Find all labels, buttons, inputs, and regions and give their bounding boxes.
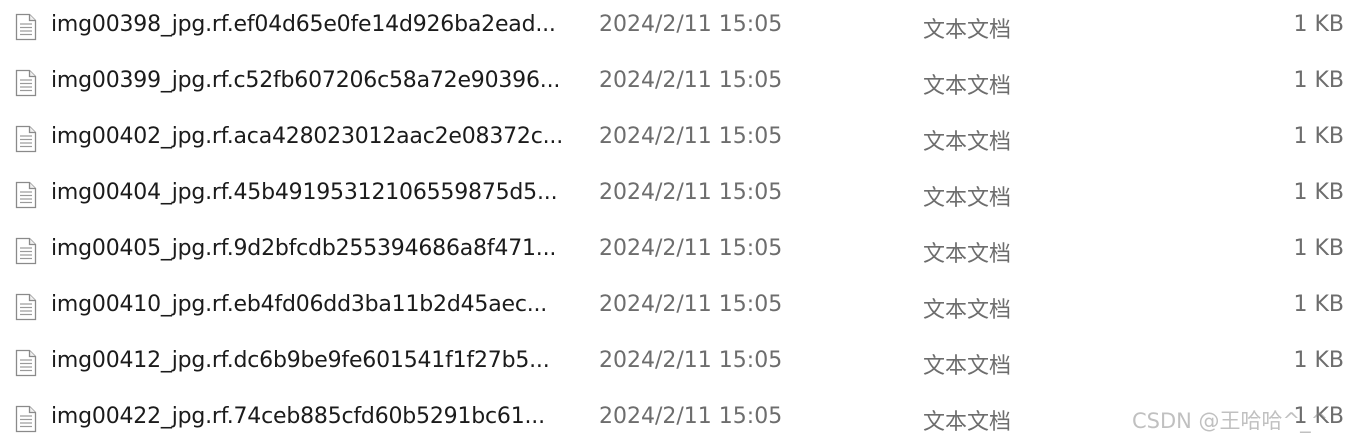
file-name[interactable]: img00405_jpg.rf.9d2bfcdb255394686a8f471.… — [51, 236, 556, 261]
file-row[interactable]: img00412_jpg.rf.dc6b9be9fe601541f1f27b5.… — [0, 336, 1361, 392]
file-size: 1 KB — [1293, 12, 1344, 37]
file-name[interactable]: img00398_jpg.rf.ef04d65e0fe14d926ba2ead.… — [51, 12, 556, 37]
text-document-icon — [15, 237, 37, 265]
file-row[interactable]: img00405_jpg.rf.9d2bfcdb255394686a8f471.… — [0, 224, 1361, 280]
file-row[interactable]: img00410_jpg.rf.eb4fd06dd3ba11b2d45aec..… — [0, 280, 1361, 336]
file-date-modified: 2024/2/11 15:05 — [599, 12, 783, 37]
file-row[interactable]: img00404_jpg.rf.45b49195312106559875d5..… — [0, 168, 1361, 224]
text-document-icon — [15, 69, 37, 97]
file-name[interactable]: img00404_jpg.rf.45b49195312106559875d5..… — [51, 180, 558, 205]
file-type: 文本文档 — [923, 74, 1012, 99]
file-list: img00398_jpg.rf.ef04d65e0fe14d926ba2ead.… — [0, 0, 1361, 445]
text-document-icon — [15, 405, 37, 433]
file-type: 文本文档 — [923, 18, 1012, 43]
file-type: 文本文档 — [923, 410, 1012, 435]
text-document-icon — [15, 181, 37, 209]
file-size: 1 KB — [1293, 68, 1344, 93]
file-date-modified: 2024/2/11 15:05 — [599, 124, 783, 149]
csdn-watermark: CSDN @王哈哈^_^ — [1132, 409, 1329, 433]
file-type: 文本文档 — [923, 298, 1012, 323]
file-date-modified: 2024/2/11 15:05 — [599, 68, 783, 93]
file-name[interactable]: img00402_jpg.rf.aca428023012aac2e08372c.… — [51, 124, 563, 149]
file-size: 1 KB — [1293, 124, 1344, 149]
file-name[interactable]: img00410_jpg.rf.eb4fd06dd3ba11b2d45aec..… — [51, 292, 547, 317]
file-row[interactable]: img00402_jpg.rf.aca428023012aac2e08372c.… — [0, 112, 1361, 168]
file-row[interactable]: img00399_jpg.rf.c52fb607206c58a72e90396.… — [0, 56, 1361, 112]
file-type: 文本文档 — [923, 354, 1012, 379]
file-size: 1 KB — [1293, 236, 1344, 261]
file-name[interactable]: img00422_jpg.rf.74ceb885cfd60b5291bc61..… — [51, 404, 545, 429]
file-type: 文本文档 — [923, 186, 1012, 211]
file-type: 文本文档 — [923, 242, 1012, 267]
file-date-modified: 2024/2/11 15:05 — [599, 292, 783, 317]
file-name[interactable]: img00412_jpg.rf.dc6b9be9fe601541f1f27b5.… — [51, 348, 550, 373]
text-document-icon — [15, 13, 37, 41]
file-size: 1 KB — [1293, 180, 1344, 205]
file-date-modified: 2024/2/11 15:05 — [599, 348, 783, 373]
text-document-icon — [15, 125, 37, 153]
file-name[interactable]: img00399_jpg.rf.c52fb607206c58a72e90396.… — [51, 68, 560, 93]
file-date-modified: 2024/2/11 15:05 — [599, 236, 783, 261]
file-date-modified: 2024/2/11 15:05 — [599, 404, 783, 429]
text-document-icon — [15, 349, 37, 377]
file-date-modified: 2024/2/11 15:05 — [599, 180, 783, 205]
text-document-icon — [15, 293, 37, 321]
file-size: 1 KB — [1293, 348, 1344, 373]
file-size: 1 KB — [1293, 292, 1344, 317]
file-row[interactable]: img00398_jpg.rf.ef04d65e0fe14d926ba2ead.… — [0, 0, 1361, 56]
file-type: 文本文档 — [923, 130, 1012, 155]
